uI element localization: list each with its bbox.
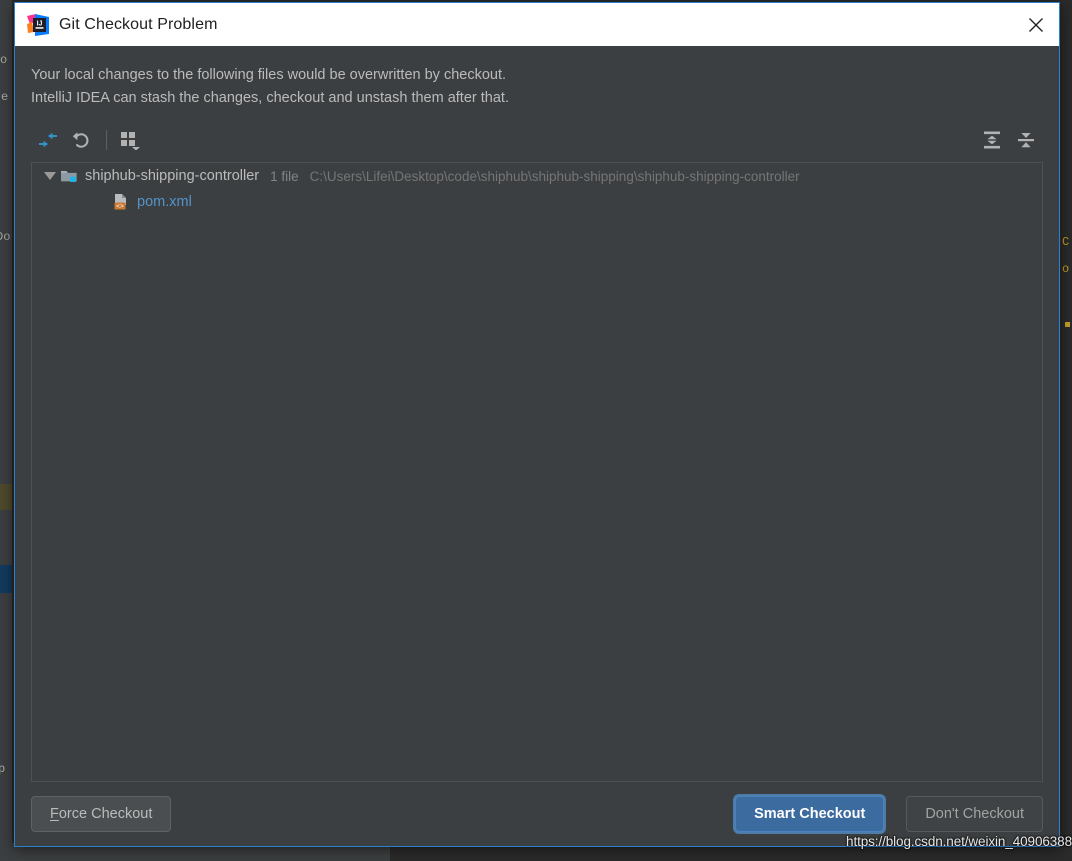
bg-label-4: o [1062,262,1070,276]
file-name: pom.xml [137,194,192,210]
expand-all-icon[interactable] [975,125,1009,155]
dont-checkout-button[interactable]: Don't Checkout [906,796,1043,832]
tool-window-strip [0,0,12,861]
bg-label-0: o [0,53,8,67]
tree-row-module[interactable]: shiphub-shipping-controller 1 file C:\Us… [32,163,1042,189]
dialog-title: Git Checkout Problem [59,15,218,33]
bg-label-1: e [1,90,9,104]
module-folder-icon [60,168,78,184]
bg-label-5: p [0,762,6,776]
xml-file-icon: <> [112,193,130,211]
force-checkout-mnemonic: F [50,806,59,822]
watermark: https://blog.csdn.net/weixin_40906388 [846,834,1072,849]
bg-marker-dot [1065,322,1070,327]
svg-text:<>: <> [116,203,124,210]
close-icon[interactable] [1013,3,1059,46]
bg-highlight-band-blue [0,565,12,593]
dialog-titlebar: IJ Git Checkout Problem [15,3,1059,46]
dialog-message-line-1: Your local changes to the following file… [31,67,507,83]
group-by-icon[interactable] [114,125,148,155]
intellij-idea-logo-icon: IJ [27,13,49,36]
git-checkout-problem-dialog: IJ Git Checkout Problem Your local chang… [14,2,1060,847]
module-file-count: 1 file [270,168,299,184]
toolbar-separator [106,130,107,150]
dialog-message: Your local changes to the following file… [31,64,1043,110]
module-path: C:\Users\Lifei\Desktop\code\shiphub\ship… [309,168,800,184]
revert-icon[interactable] [65,125,99,155]
show-diff-icon[interactable] [31,125,65,155]
bg-highlight-band-olive [0,484,12,510]
module-name: shiphub-shipping-controller [85,168,260,184]
changes-toolbar [31,118,1043,162]
smart-checkout-button[interactable]: Smart Checkout [735,796,885,832]
bg-label-3: C [1062,235,1070,249]
svg-text:IJ: IJ [37,20,43,27]
force-checkout-button[interactable]: Force Checkout [31,796,172,832]
dialog-body: Your local changes to the following file… [15,46,1059,782]
dialog-message-line-2: IntelliJ IDEA can stash the changes, che… [31,90,509,106]
bg-label-2: Do [0,230,11,244]
collapse-all-icon[interactable] [1009,125,1043,155]
chevron-down-icon[interactable] [40,163,60,189]
force-checkout-label: orce Checkout [58,806,153,822]
tree-row-file[interactable]: <> pom.xml [32,189,1042,215]
changed-files-tree[interactable]: shiphub-shipping-controller 1 file C:\Us… [31,162,1043,782]
